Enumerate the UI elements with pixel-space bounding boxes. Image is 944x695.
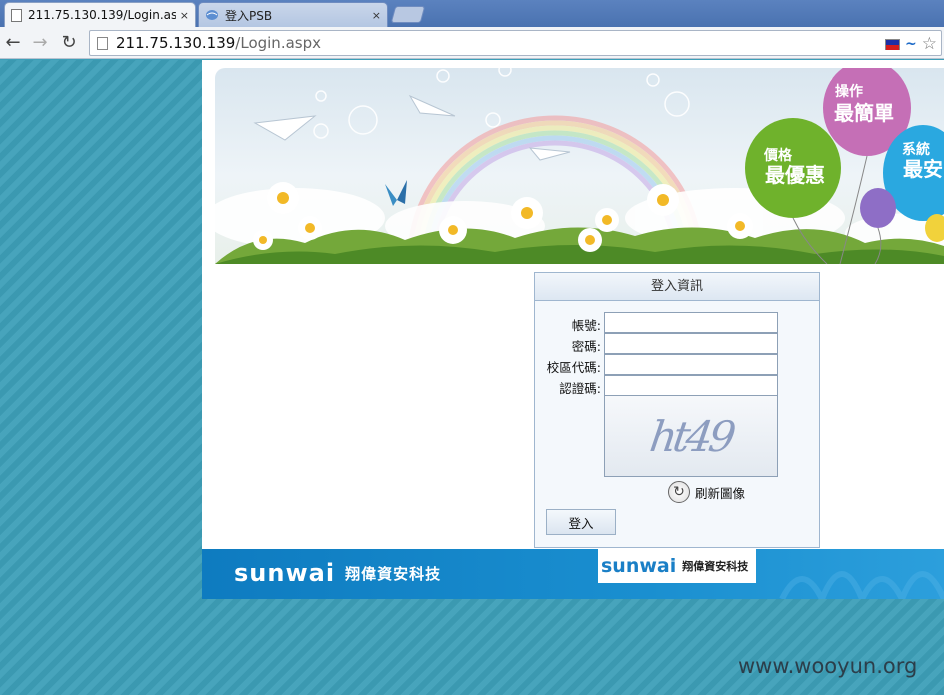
- captcha-text: ht49: [646, 411, 736, 461]
- refresh-label[interactable]: 刷新圖像: [695, 483, 745, 502]
- login-panel: 登入資訊 帳號: 密碼: 校區代碼: 認證碼: ht49 ↻ 刷新圖像 登入: [534, 272, 820, 548]
- verification-code-input[interactable]: [604, 375, 778, 396]
- forward-icon[interactable]: →: [29, 31, 51, 53]
- balloon-text: 最安: [903, 157, 943, 181]
- login-button[interactable]: 登入: [546, 509, 616, 535]
- tab-strip: 211.75.130.139/Login.as × 登入PSB ×: [0, 0, 944, 27]
- close-icon[interactable]: ×: [372, 9, 381, 22]
- password-input[interactable]: [604, 333, 778, 354]
- banner-illustration: 操作 最簡單 價格 最優惠 系統 最安: [215, 68, 944, 264]
- main-panel: 操作 最簡單 價格 最優惠 系統 最安 登入資訊 帳號: 密碼: 校區代碼: 認…: [202, 60, 944, 549]
- badge-company-name: 翔偉資安科技: [682, 560, 749, 573]
- verification-code-row: 認證碼:: [535, 375, 821, 396]
- balloon-text: 最優惠: [765, 163, 825, 187]
- password-label: 密碼:: [571, 339, 601, 354]
- url-text: 211.75.130.139/Login.aspx: [116, 34, 321, 52]
- new-tab-button[interactable]: [390, 6, 426, 23]
- account-label: 帳號:: [571, 318, 601, 333]
- page-icon: [97, 36, 108, 50]
- bookmark-star-icon[interactable]: ☆: [922, 34, 937, 54]
- banner-image: 操作 最簡單 價格 最優惠 系統 最安: [215, 68, 944, 264]
- extension-icon[interactable]: ~: [905, 36, 917, 52]
- refresh-captcha-link[interactable]: ↻ 刷新圖像: [668, 481, 745, 503]
- sunwai-logo: sunwai 翔偉資安科技: [234, 559, 441, 587]
- globe-icon: [206, 10, 218, 20]
- page-background: 操作 最簡單 價格 最優惠 系統 最安 登入資訊 帳號: 密碼: 校區代碼: 認…: [0, 60, 944, 695]
- footer-bar: sunwai 翔偉資安科技 sunwai 翔偉資安科技: [202, 549, 944, 599]
- watermark: www.wooyun.org: [738, 654, 918, 678]
- balloon-text: 價格: [763, 147, 793, 164]
- login-header: 登入資訊: [535, 273, 819, 301]
- badge-wordmark: sunwai: [601, 555, 677, 577]
- refresh-icon[interactable]: ↻: [668, 481, 690, 503]
- balloon-text: 最簡單: [834, 101, 894, 125]
- balloon-text: 操作: [835, 83, 863, 100]
- campus-code-row: 校區代碼:: [535, 354, 821, 375]
- logo-wordmark: sunwai: [234, 559, 336, 587]
- captcha-image: ht49: [604, 395, 778, 477]
- password-row: 密碼:: [535, 333, 821, 354]
- url-path: /Login.aspx: [235, 34, 321, 52]
- page-icon: [11, 8, 22, 22]
- tab-title: 登入PSB: [225, 8, 273, 23]
- campus-code-input[interactable]: [604, 354, 778, 375]
- flag-icon[interactable]: [885, 38, 901, 50]
- tab-title: 211.75.130.139/Login.as: [28, 8, 176, 22]
- tab-login[interactable]: 211.75.130.139/Login.as ×: [4, 2, 196, 27]
- close-icon[interactable]: ×: [180, 9, 189, 22]
- reload-icon[interactable]: ↻: [58, 31, 80, 53]
- balloon-text: 系統: [902, 141, 930, 158]
- address-bar[interactable]: 211.75.130.139/Login.aspx ~ ☆: [89, 30, 942, 56]
- verification-code-label: 認證碼:: [559, 381, 601, 396]
- url-host: 211.75.130.139: [116, 34, 236, 52]
- tab-psb[interactable]: 登入PSB ×: [198, 2, 388, 27]
- back-icon[interactable]: ←: [2, 31, 24, 53]
- account-row: 帳號:: [535, 312, 821, 333]
- logo-company-name: 翔偉資安科技: [345, 564, 442, 583]
- sunwai-badge[interactable]: sunwai 翔偉資安科技: [598, 549, 756, 583]
- account-input[interactable]: [604, 312, 778, 333]
- campus-code-label: 校區代碼:: [546, 360, 601, 375]
- browser-toolbar: ← → ↻ 211.75.130.139/Login.aspx ~ ☆: [0, 27, 944, 59]
